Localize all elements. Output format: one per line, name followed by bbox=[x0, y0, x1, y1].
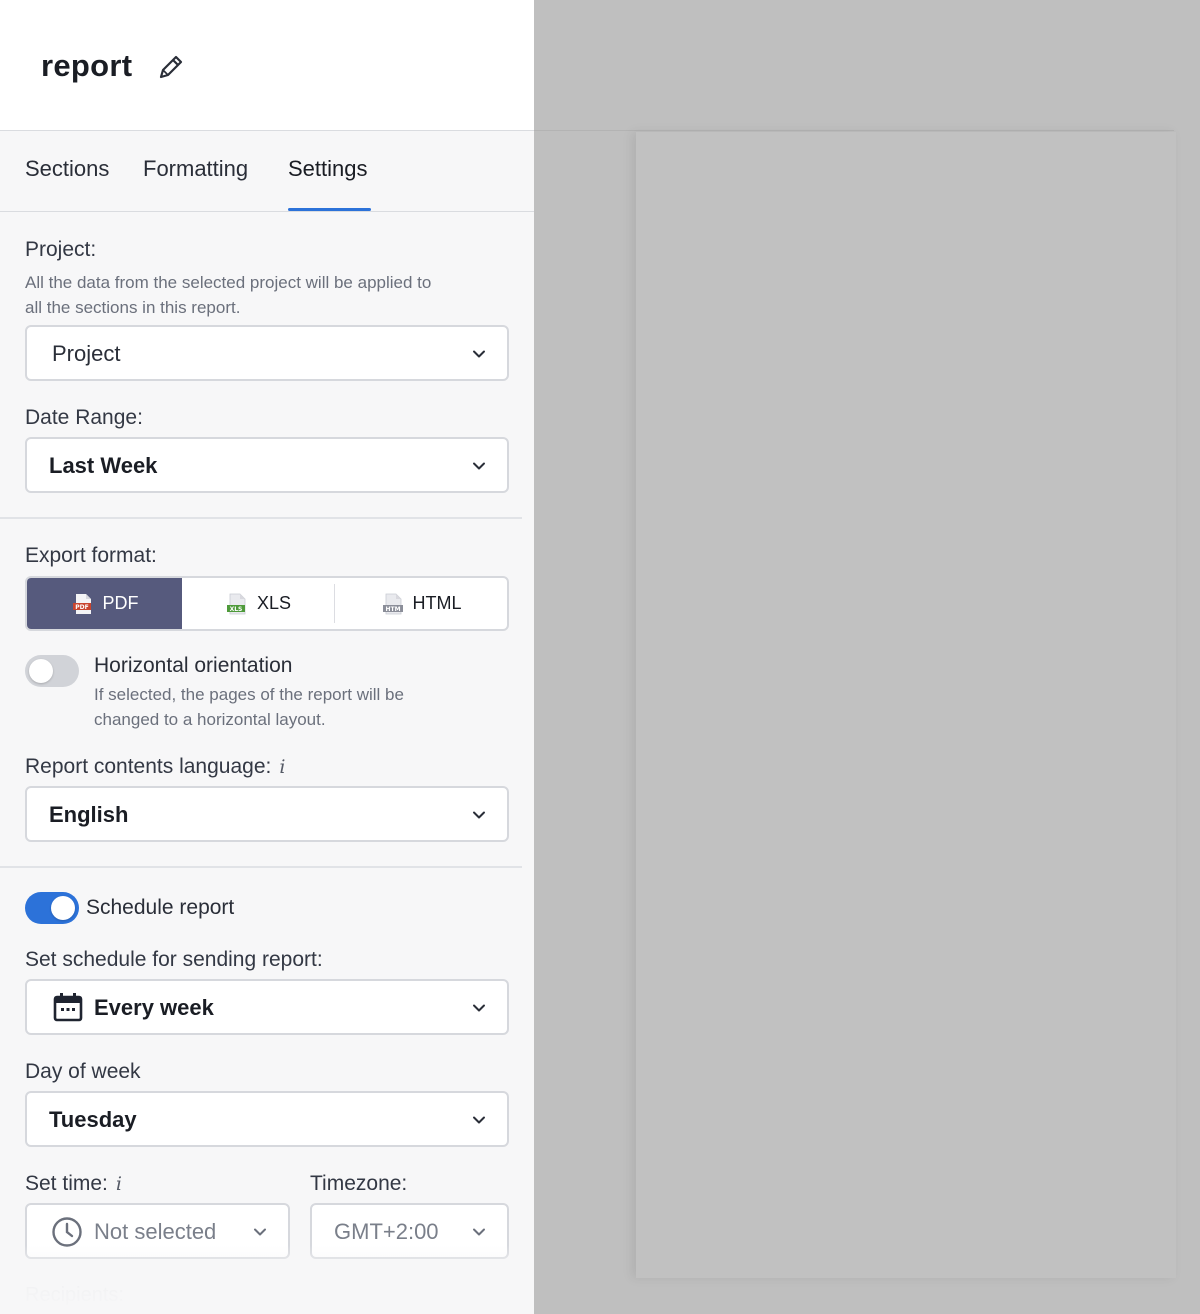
tab-formatting[interactable]: Formatting bbox=[143, 156, 248, 182]
export-pdf-button[interactable]: PDF PDF bbox=[27, 578, 182, 629]
schedule-report-label: Schedule report bbox=[86, 896, 235, 919]
set-time-label: Set time: bbox=[25, 1172, 108, 1195]
report-preview-page bbox=[636, 132, 1176, 1278]
export-pdf-label: PDF bbox=[102, 593, 139, 613]
project-label: Project: bbox=[25, 238, 97, 261]
timezone-select[interactable]: GMT+2:00 bbox=[310, 1203, 509, 1259]
toggle-knob bbox=[29, 659, 53, 683]
schedule-frequency-label: Set schedule for sending report: bbox=[25, 948, 323, 971]
schedule-frequency-select[interactable]: Every week bbox=[25, 979, 509, 1035]
day-of-week-label: Day of week bbox=[25, 1060, 141, 1083]
export-format-label: Export format: bbox=[25, 544, 157, 567]
report-title: report bbox=[41, 48, 133, 83]
language-value: English bbox=[49, 802, 129, 827]
svg-text:XLS: XLS bbox=[230, 606, 243, 613]
html-file-icon: HTM bbox=[382, 593, 403, 614]
day-of-week-select[interactable]: Tuesday bbox=[25, 1091, 509, 1147]
preview-header-line bbox=[534, 130, 1174, 131]
project-description-line2: all the sections in this report. bbox=[25, 298, 241, 317]
active-tab-indicator bbox=[288, 208, 371, 211]
day-of-week-value: Tuesday bbox=[49, 1107, 137, 1132]
pdf-file-icon: PDF bbox=[72, 593, 91, 614]
svg-text:HTM: HTM bbox=[385, 606, 400, 613]
project-select[interactable]: Project bbox=[25, 325, 509, 381]
pencil-icon[interactable] bbox=[156, 52, 186, 82]
timezone-value: GMT+2:00 bbox=[334, 1219, 439, 1244]
orientation-description-line1: If selected, the pages of the report wil… bbox=[94, 685, 404, 704]
info-icon[interactable]: i bbox=[116, 1173, 122, 1195]
clock-icon bbox=[52, 1217, 82, 1247]
orientation-description-line2: changed to a horizontal layout. bbox=[94, 710, 326, 729]
timezone-label: Timezone: bbox=[310, 1172, 408, 1195]
export-html-label: HTML bbox=[412, 593, 462, 613]
export-xls-button[interactable]: XLS XLS bbox=[182, 578, 334, 629]
schedule-frequency-value: Every week bbox=[94, 995, 214, 1020]
chevron-down-icon bbox=[473, 462, 485, 470]
tab-bar: Sections Formatting Settings bbox=[0, 131, 534, 212]
chevron-down-icon bbox=[473, 1228, 485, 1236]
horizontal-orientation-toggle[interactable] bbox=[25, 655, 79, 687]
project-description-line1: All the data from the selected project w… bbox=[25, 273, 432, 292]
chevron-down-icon bbox=[473, 350, 485, 358]
set-time-label-row: Set time: i bbox=[25, 1172, 122, 1196]
info-icon[interactable]: i bbox=[279, 756, 285, 778]
toggle-knob bbox=[51, 896, 75, 920]
chevron-down-icon bbox=[473, 1004, 485, 1012]
chevron-down-icon bbox=[254, 1228, 266, 1236]
recipients-label: Recipients: bbox=[25, 1284, 124, 1306]
date-range-select[interactable]: Last Week bbox=[25, 437, 509, 493]
schedule-report-toggle[interactable] bbox=[25, 892, 79, 924]
language-select[interactable]: English bbox=[25, 786, 509, 842]
set-time-select[interactable]: Not selected bbox=[25, 1203, 290, 1259]
section-divider bbox=[0, 866, 522, 868]
language-label: Report contents language: bbox=[25, 755, 272, 778]
date-range-label: Date Range: bbox=[25, 406, 143, 429]
tab-sections[interactable]: Sections bbox=[25, 156, 109, 182]
svg-text:PDF: PDF bbox=[75, 604, 88, 611]
export-xls-label: XLS bbox=[256, 593, 292, 613]
calendar-icon bbox=[53, 993, 83, 1022]
section-divider bbox=[0, 517, 522, 519]
horizontal-orientation-label: Horizontal orientation bbox=[94, 654, 293, 677]
date-range-value: Last Week bbox=[49, 453, 158, 478]
chevron-down-icon bbox=[473, 1116, 485, 1124]
tab-settings[interactable]: Settings bbox=[288, 156, 368, 182]
settings-panel: report Sections Formatting Settings Proj… bbox=[0, 0, 534, 1314]
panel-header: report bbox=[0, 0, 534, 131]
set-time-value: Not selected bbox=[94, 1219, 217, 1244]
xls-file-icon: XLS bbox=[226, 593, 246, 614]
export-html-button[interactable]: HTM HTML bbox=[335, 578, 507, 629]
language-label-row: Report contents language: i bbox=[25, 755, 285, 779]
project-select-value: Project bbox=[52, 341, 121, 366]
chevron-down-icon bbox=[473, 811, 485, 819]
export-format-selector: PDF PDF XLS XLS HTM HTML bbox=[25, 576, 509, 631]
